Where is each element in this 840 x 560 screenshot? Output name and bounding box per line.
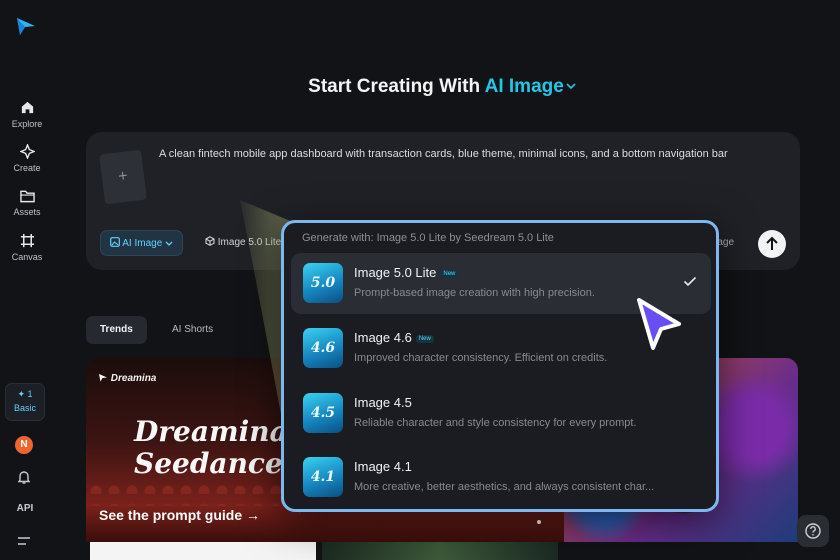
sidebar-item-label: Create [13,163,41,173]
sidebar-item-canvas[interactable]: Canvas [0,233,54,262]
sidebar-item-label: Explore [11,119,43,129]
check-icon [683,276,697,287]
mode-selector[interactable]: AI Image [485,76,576,97]
model-chip-label: Image 5.0 Lite [217,237,282,248]
arrow-up-icon [766,236,778,250]
model-badge-icon: 4.6 [303,328,343,368]
chevron-down-icon [165,241,173,246]
question-icon [805,523,821,539]
bell-icon[interactable] [17,470,31,485]
title-prefix: Start Creating With [308,76,481,97]
api-link[interactable]: API [0,503,50,514]
menu-icon[interactable] [17,536,31,546]
home-icon [21,101,33,114]
dreamina-logo [99,374,107,382]
model-option-desc: Improved character consistency. Efficien… [354,352,608,364]
new-badge: New [440,269,459,278]
model-option-image-4-1[interactable]: 4.1 Image 4.1 More creative, better aest… [291,447,711,508]
dreamina-logo[interactable] [14,14,38,38]
model-chip[interactable]: Image 5.0 Lite [196,230,290,256]
sidebar-item-label: Canvas [11,252,43,262]
image-icon [110,237,120,247]
sidebar-item-explore[interactable]: Explore [0,100,54,129]
model-dropdown: Generate with: Image 5.0 Lite by Seedrea… [281,220,719,512]
model-badge-icon: 5.0 [303,263,343,303]
gallery-thumbnail[interactable] [322,542,558,560]
folder-icon [19,190,35,203]
chevron-down-icon [566,83,576,90]
help-button[interactable] [797,515,829,547]
credits-count: ✦ 1 [17,389,33,399]
model-option-title: Image 4.1 [354,459,412,474]
mode-label: AI Image [484,76,564,97]
model-option-title: Image 4.5 [354,395,412,410]
page-title: Start Creating With AI Image [0,76,840,98]
gallery-thumbnail[interactable] [90,542,316,560]
model-option-desc: More creative, better aesthetics, and al… [354,481,655,493]
model-option-desc: Prompt-based image creation with high pr… [354,287,595,299]
model-option-desc: Reliable character and style consistency… [354,417,637,429]
tab-trends[interactable]: Trends [86,316,147,344]
banner-brand: Dreamina [98,373,156,384]
canvas-icon [20,233,34,248]
app-window: Explore Create Assets Canvas ✦ 1 Basic N… [0,0,840,560]
pointer-cursor-icon [637,298,681,350]
new-badge: New [415,334,434,343]
add-reference-button[interactable]: + [99,149,147,205]
mode-chip[interactable]: AI Image [100,230,184,256]
prompt-input[interactable]: A clean fintech mobile app dashboard wit… [159,146,779,162]
banner-brand-label: Dreamina [110,373,157,384]
model-option-image-4-5[interactable]: 4.5 Image 4.5 Reliable character and sty… [291,383,711,444]
dropdown-header: Generate with: Image 5.0 Lite by Seedrea… [302,232,554,244]
prompt-guide-link[interactable]: See the prompt guide → [99,507,260,523]
cube-icon [205,236,215,246]
avatar[interactable]: N [15,436,33,454]
model-option-title: Image 4.6 New [354,330,434,345]
model-badge-icon: 4.5 [303,393,343,433]
sidebar-item-create[interactable]: Create [0,144,54,173]
mode-chip-label: AI Image [122,238,163,249]
sparkle-icon [19,144,35,159]
carousel-indicator[interactable] [537,520,541,524]
sidebar-item-label: Assets [13,207,41,217]
sidebar-item-assets[interactable]: Assets [0,189,54,217]
plan-name: Basic [13,403,36,413]
plan-badge[interactable]: ✦ 1 Basic [5,383,45,421]
model-option-title: Image 5.0 Lite New [354,265,459,280]
model-badge-icon: 4.1 [303,457,343,497]
tab-ai-shorts[interactable]: AI Shorts [158,316,227,344]
send-button[interactable] [758,230,786,258]
